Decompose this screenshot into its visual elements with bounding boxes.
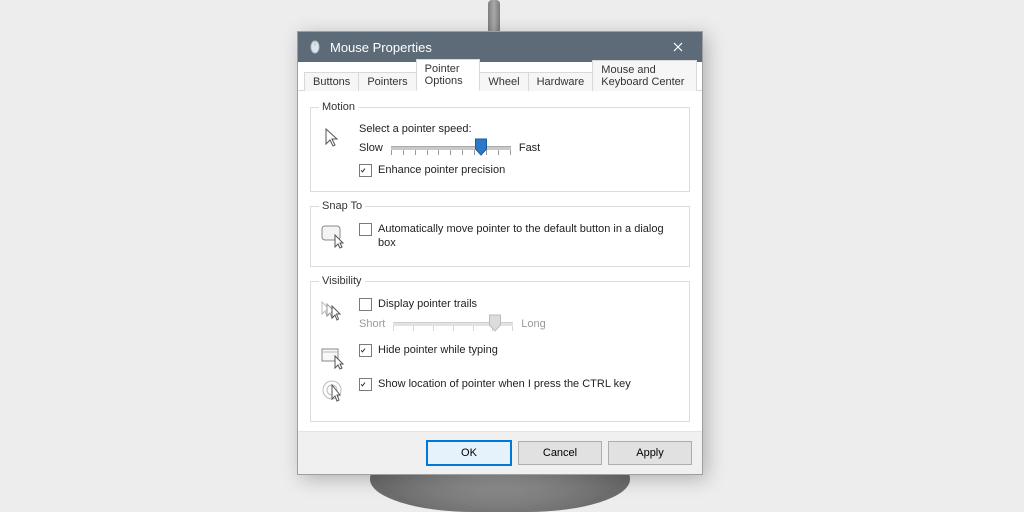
tab-pointer-options[interactable]: Pointer Options	[416, 59, 481, 91]
group-motion: Motion Select a pointer speed: Slow	[310, 101, 690, 192]
window-title: Mouse Properties	[330, 40, 658, 55]
snap-to-label: Automatically move pointer to the defaul…	[378, 222, 681, 250]
mouse-icon	[308, 40, 322, 54]
checkbox-icon	[359, 298, 372, 311]
cancel-button[interactable]: Cancel	[518, 441, 602, 465]
select-pointer-speed-label: Select a pointer speed:	[359, 123, 681, 135]
mouse-properties-dialog: Mouse Properties Buttons Pointers Pointe…	[297, 31, 703, 475]
ok-button[interactable]: OK	[426, 440, 512, 466]
desktop-background: Mouse Properties Buttons Pointers Pointe…	[0, 0, 1024, 512]
hide-while-typing-label: Hide pointer while typing	[378, 343, 498, 357]
tab-buttons[interactable]: Buttons	[304, 72, 359, 91]
pointer-speed-icon	[319, 123, 349, 153]
show-location-checkbox[interactable]: Show location of pointer when I press th…	[359, 377, 681, 391]
group-snap-legend: Snap To	[319, 200, 365, 212]
snap-to-checkbox[interactable]: Automatically move pointer to the defaul…	[359, 222, 681, 250]
show-location-icon	[319, 377, 349, 407]
pointer-trails-icon	[319, 297, 349, 327]
pointer-speed-slider[interactable]	[391, 139, 511, 157]
dialog-footer: OK Cancel Apply	[298, 431, 702, 474]
group-visibility-legend: Visibility	[319, 275, 365, 287]
tab-wheel[interactable]: Wheel	[479, 72, 528, 91]
enhance-precision-label: Enhance pointer precision	[378, 163, 505, 177]
tab-mouse-keyboard-center[interactable]: Mouse and Keyboard Center	[592, 60, 697, 91]
checkbox-icon	[359, 164, 372, 177]
dialog-body: Motion Select a pointer speed: Slow	[298, 91, 702, 431]
pointer-trails-label: Display pointer trails	[378, 297, 477, 311]
show-location-label: Show location of pointer when I press th…	[378, 377, 631, 391]
tabstrip: Buttons Pointers Pointer Options Wheel H…	[298, 62, 702, 91]
fast-label: Fast	[519, 142, 540, 154]
hide-while-typing-checkbox[interactable]: Hide pointer while typing	[359, 343, 681, 357]
apply-button[interactable]: Apply	[608, 441, 692, 465]
enhance-precision-checkbox[interactable]: Enhance pointer precision	[359, 163, 681, 177]
trail-length-slider	[393, 315, 513, 333]
hide-while-typing-icon	[319, 343, 349, 373]
tab-hardware[interactable]: Hardware	[528, 72, 594, 91]
pointer-trails-checkbox[interactable]: Display pointer trails	[359, 297, 681, 311]
long-label: Long	[521, 318, 545, 330]
checkbox-icon	[359, 378, 372, 391]
checkbox-icon	[359, 344, 372, 357]
titlebar[interactable]: Mouse Properties	[298, 32, 702, 62]
group-motion-legend: Motion	[319, 101, 358, 113]
group-visibility: Visibility D	[310, 275, 690, 422]
checkbox-icon	[359, 223, 372, 236]
tab-pointers[interactable]: Pointers	[358, 72, 416, 91]
short-label: Short	[359, 318, 385, 330]
close-button[interactable]	[658, 32, 698, 62]
group-snap-to: Snap To Automatically move p	[310, 200, 690, 267]
slow-label: Slow	[359, 142, 383, 154]
snap-to-icon	[319, 222, 349, 252]
